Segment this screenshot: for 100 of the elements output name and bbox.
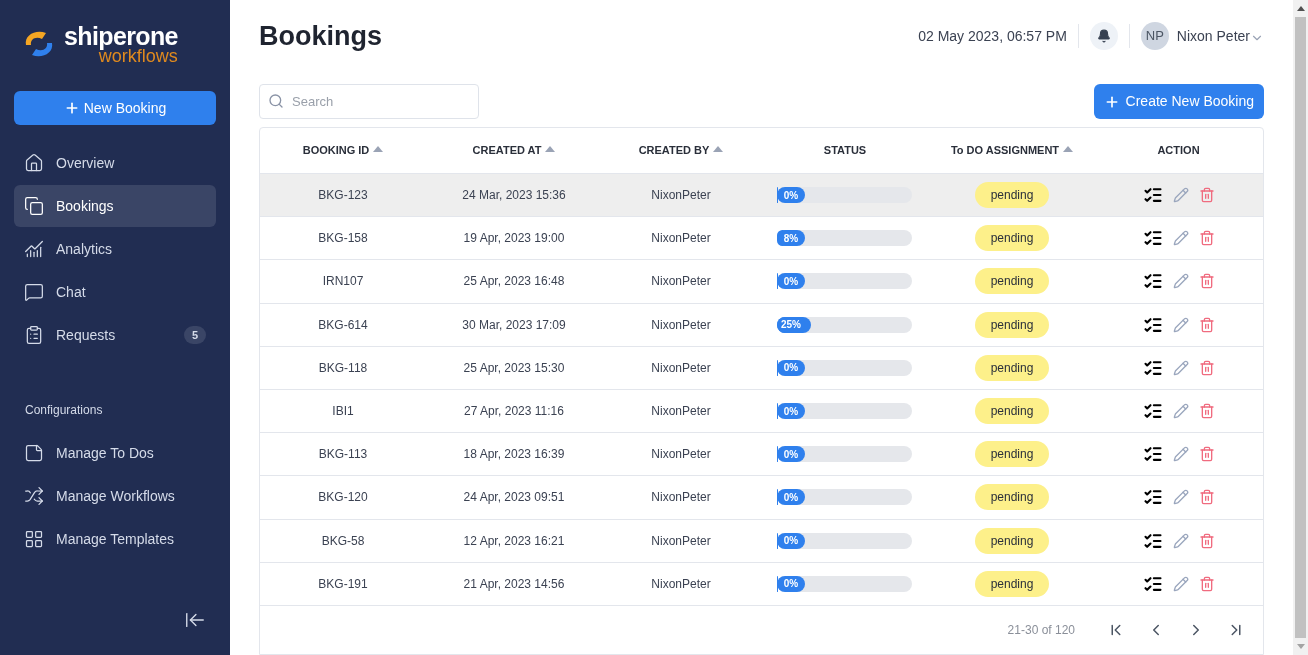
- edit-icon[interactable]: [1172, 359, 1189, 376]
- edit-icon[interactable]: [1172, 575, 1189, 592]
- created-at: 25 Apr, 2023 15:30: [463, 359, 565, 377]
- new-booking-button[interactable]: New Booking: [14, 91, 216, 125]
- progress-label: 0%: [777, 359, 805, 376]
- delete-icon[interactable]: [1198, 446, 1215, 463]
- shuffle-icon: [24, 486, 44, 506]
- edit-icon[interactable]: [1172, 403, 1189, 420]
- nav-item[interactable]: Requests 5: [14, 314, 216, 356]
- progress-label: 0%: [777, 187, 805, 204]
- nav-item[interactable]: Bookings: [14, 185, 216, 227]
- delete-icon[interactable]: [1198, 359, 1215, 376]
- edit-icon[interactable]: [1172, 230, 1189, 247]
- status-badge: pending: [974, 311, 1050, 338]
- delete-icon[interactable]: [1198, 575, 1215, 592]
- table-row[interactable]: BKG-123 24 Mar, 2023 15:36 NixonPeter 0% pending: [260, 174, 1263, 218]
- booking-id: BKG-120: [318, 489, 368, 507]
- scroll-up-icon[interactable]: [1296, 6, 1305, 11]
- created-by: NixonPeter: [651, 316, 711, 334]
- nav-item[interactable]: Manage Templates: [14, 518, 216, 560]
- created-by: NixonPeter: [651, 403, 711, 421]
- booking-id: IBI1: [332, 403, 354, 421]
- nav-item[interactable]: Analytics: [14, 228, 216, 270]
- status-badge: pending: [974, 182, 1050, 209]
- delete-icon[interactable]: [1198, 403, 1215, 420]
- user-avatar[interactable]: NP: [1140, 22, 1169, 50]
- created-by: NixonPeter: [651, 187, 711, 205]
- created-by: NixonPeter: [651, 230, 711, 248]
- booking-id: BKG-191: [318, 575, 368, 593]
- delete-icon[interactable]: [1198, 489, 1215, 506]
- notifications-button[interactable]: [1089, 22, 1118, 50]
- column-header: BOOKING ID: [302, 143, 370, 159]
- scrollbar[interactable]: [1293, 0, 1308, 655]
- progress-label: 0%: [777, 489, 805, 506]
- chat-icon: [24, 282, 44, 302]
- created-at: 12 Apr, 2023 16:21: [463, 532, 565, 550]
- edit-icon[interactable]: [1172, 316, 1189, 333]
- edit-icon[interactable]: [1172, 489, 1189, 506]
- created-at: 30 Mar, 2023 17:09: [462, 316, 566, 334]
- booking-id: BKG-58: [321, 532, 365, 550]
- progress-label: 0%: [777, 446, 805, 463]
- created-at: 25 Apr, 2023 16:48: [463, 273, 565, 291]
- scrollbar-thumb[interactable]: [1295, 17, 1306, 638]
- grid-icon: [24, 529, 44, 549]
- pagination-info: 21-30 of 120: [1007, 621, 1075, 639]
- delete-icon[interactable]: [1198, 187, 1215, 204]
- count-badge: 5: [183, 325, 206, 345]
- sort-up-icon[interactable]: [713, 145, 724, 152]
- created-by: NixonPeter: [651, 575, 711, 593]
- date-time: 02 May 2023, 06:57 PM: [918, 26, 1067, 46]
- progress-label: 0%: [777, 273, 805, 290]
- status-badge: pending: [974, 441, 1050, 468]
- edit-icon[interactable]: [1172, 532, 1189, 549]
- booking-id: BKG-123: [318, 187, 368, 205]
- scroll-down-icon[interactable]: [1296, 644, 1305, 649]
- created-at: 24 Mar, 2023 15:36: [462, 187, 566, 205]
- booking-id: BKG-113: [318, 446, 368, 464]
- created-at: 19 Apr, 2023 19:00: [463, 230, 565, 248]
- booking-id: BKG-158: [318, 230, 368, 248]
- search-icon: [268, 93, 284, 109]
- copy-icon: [24, 196, 44, 216]
- sort-up-icon[interactable]: [545, 145, 556, 152]
- column-header: CREATED BY: [638, 143, 710, 159]
- delete-icon[interactable]: [1198, 532, 1215, 549]
- nav-item[interactable]: Overview: [14, 142, 216, 184]
- status-badge: pending: [974, 527, 1050, 554]
- progress-label: 0%: [777, 575, 805, 592]
- created-at: 27 Apr, 2023 11:16: [464, 403, 564, 421]
- column-header: To DO ASSIGNMENT: [950, 143, 1060, 159]
- booking-id: BKG-614: [318, 316, 368, 334]
- bell-icon: [1096, 29, 1111, 43]
- created-at: 21 Apr, 2023 14:56: [463, 575, 565, 593]
- sort-up-icon[interactable]: [373, 145, 384, 152]
- search-field[interactable]: Search: [259, 84, 479, 119]
- edit-icon[interactable]: [1172, 446, 1189, 463]
- booking-id: IRN107: [322, 273, 364, 291]
- nav-item[interactable]: Chat: [14, 271, 216, 313]
- edit-icon[interactable]: [1172, 273, 1189, 290]
- logo-name: shiperone: [64, 23, 178, 49]
- delete-icon[interactable]: [1198, 230, 1215, 247]
- column-header: ACTION: [1157, 143, 1200, 159]
- edit-icon[interactable]: [1172, 187, 1189, 204]
- column-header: STATUS: [823, 143, 867, 159]
- created-by: NixonPeter: [651, 532, 711, 550]
- sort-up-icon[interactable]: [1063, 145, 1074, 152]
- status-badge: pending: [974, 484, 1050, 511]
- nav-item[interactable]: Manage To Dos: [14, 432, 216, 474]
- delete-icon[interactable]: [1198, 273, 1215, 290]
- page-title: Bookings: [259, 19, 383, 53]
- created-by: NixonPeter: [651, 489, 711, 507]
- created-at: 24 Apr, 2023 09:51: [463, 489, 565, 507]
- progress-label: 0%: [777, 532, 805, 549]
- user-menu[interactable]: Nixon Peter: [1176, 25, 1264, 47]
- clipboard-icon: [24, 325, 44, 345]
- delete-icon[interactable]: [1198, 316, 1215, 333]
- status-badge: pending: [974, 354, 1050, 381]
- created-by: NixonPeter: [651, 446, 711, 464]
- column-header: CREATED AT: [472, 143, 542, 159]
- create-booking-button[interactable]: Create New Booking: [1093, 84, 1264, 119]
- nav-item[interactable]: Manage Workflows: [14, 475, 216, 517]
